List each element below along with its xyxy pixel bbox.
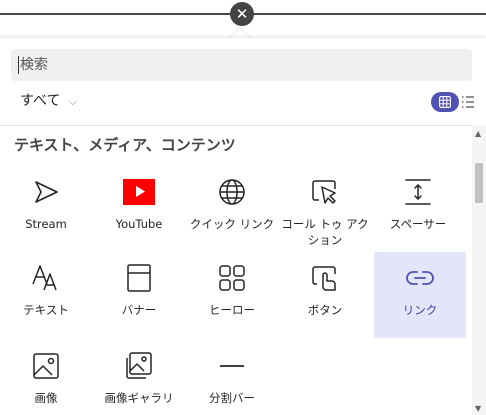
tile-youtube[interactable]: YouTube <box>93 166 185 252</box>
vertical-scrollbar[interactable]: ▲ ▼ <box>472 125 486 415</box>
tile-label: 画像 <box>34 391 58 405</box>
tile-quick-links[interactable]: クイック リンク <box>186 166 278 252</box>
scroll-up-icon[interactable]: ▲ <box>475 129 481 138</box>
tile-hero[interactable]: ヒーロー <box>186 252 278 338</box>
button-icon <box>312 266 336 291</box>
text-caret <box>18 56 19 74</box>
list-view-button[interactable] <box>461 94 475 110</box>
tile-label: テキスト <box>23 303 69 317</box>
category-filter-dropdown[interactable]: すべて ⌵ <box>20 90 77 110</box>
section-title: テキスト、メディア、コンテンツ <box>14 136 236 154</box>
hero-icon <box>219 265 245 291</box>
panel-divider <box>0 125 472 126</box>
tile-button[interactable]: ボタン <box>279 252 371 338</box>
tile-label: Stream <box>25 217 67 231</box>
tile-call-to-action[interactable]: コール トゥ アクション <box>279 166 371 252</box>
text-icon <box>32 265 57 291</box>
tile-label: リンク <box>402 303 438 317</box>
divider-icon <box>220 365 244 367</box>
close-icon: ✕ <box>235 5 249 23</box>
spacer-icon <box>405 179 431 205</box>
banner-icon <box>127 264 151 292</box>
scrollbar-thumb[interactable] <box>475 163 483 203</box>
youtube-icon <box>123 179 155 205</box>
tile-label: スペーサー <box>389 217 447 231</box>
tile-banner[interactable]: バナー <box>93 252 185 338</box>
image-icon <box>33 353 59 379</box>
stream-icon <box>35 181 58 203</box>
grid-view-button[interactable] <box>431 92 459 112</box>
tile-stream[interactable]: Stream <box>0 166 92 252</box>
tile-label: バナー <box>121 303 157 317</box>
tile-spacer[interactable]: スペーサー <box>372 166 464 252</box>
tile-label: 分割バー <box>209 391 255 405</box>
link-icon <box>406 271 434 285</box>
tile-image[interactable]: 画像 <box>0 340 92 415</box>
grid-view-icon <box>439 96 451 108</box>
tile-label: クイック リンク <box>189 217 275 231</box>
cursor-click-icon <box>312 180 336 204</box>
close-button[interactable]: ✕ <box>230 2 254 26</box>
image-gallery-icon <box>126 352 152 379</box>
search-input[interactable]: 検索 <box>11 49 472 81</box>
list-view-icon <box>462 96 474 108</box>
search-placeholder: 検索 <box>20 57 48 73</box>
tile-text[interactable]: テキスト <box>0 252 92 338</box>
scroll-down-icon[interactable]: ▼ <box>475 404 481 413</box>
globe-icon <box>219 179 245 205</box>
tile-label: ボタン <box>307 303 343 317</box>
tile-label: 画像ギャラリ <box>104 391 174 405</box>
tile-label: コール トゥ アクション <box>281 217 369 247</box>
tile-label: ヒーロー <box>209 303 255 317</box>
tile-link[interactable]: リンク <box>374 252 466 338</box>
category-filter-label: すべて <box>20 93 61 109</box>
tile-label: YouTube <box>115 217 163 231</box>
webpart-picker-panel: 検索 すべて ⌵ テキスト、メディア、コンテンツ Stream YouTube … <box>0 38 486 415</box>
webpart-tiles-grid: Stream YouTube クイック リンク コール トゥ アクション スペー… <box>0 166 472 415</box>
tile-image-gallery[interactable]: 画像ギャラリ <box>93 340 185 415</box>
chevron-down-icon: ⌵ <box>68 95 77 108</box>
tile-divider[interactable]: 分割バー <box>186 340 278 415</box>
